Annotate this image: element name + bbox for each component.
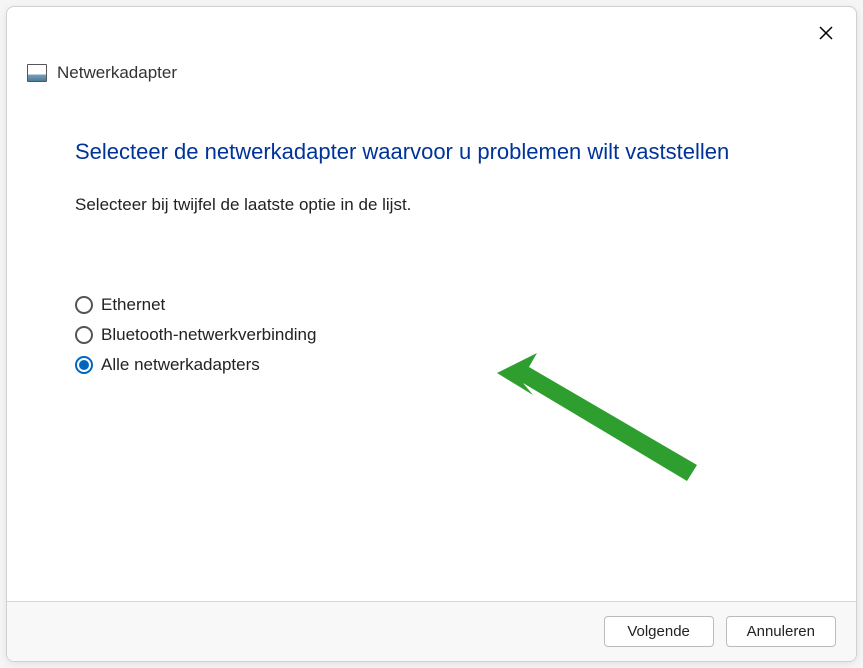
radio-label: Alle netwerkadapters [101, 355, 260, 375]
adapter-radio-group: Ethernet Bluetooth-netwerkverbinding All… [75, 295, 788, 375]
radio-icon [75, 356, 93, 374]
dialog-header: Netwerkadapter [7, 7, 856, 83]
radio-option-all-adapters[interactable]: Alle netwerkadapters [75, 355, 788, 375]
dialog-title: Netwerkadapter [57, 63, 177, 83]
dialog-footer: Volgende Annuleren [7, 601, 856, 661]
dialog-content: Selecteer de netwerkadapter waarvoor u p… [7, 83, 856, 601]
network-adapter-icon [27, 64, 47, 82]
radio-option-ethernet[interactable]: Ethernet [75, 295, 788, 315]
next-button[interactable]: Volgende [604, 616, 714, 647]
troubleshooter-dialog: Netwerkadapter Selecteer de netwerkadapt… [6, 6, 857, 662]
close-icon [818, 25, 834, 41]
radio-option-bluetooth[interactable]: Bluetooth-netwerkverbinding [75, 325, 788, 345]
radio-label: Ethernet [101, 295, 165, 315]
cancel-button[interactable]: Annuleren [726, 616, 836, 647]
radio-label: Bluetooth-netwerkverbinding [101, 325, 316, 345]
close-button[interactable] [814, 21, 838, 45]
radio-icon [75, 296, 93, 314]
main-heading: Selecteer de netwerkadapter waarvoor u p… [75, 139, 788, 165]
instruction-text: Selecteer bij twijfel de laatste optie i… [75, 195, 788, 215]
radio-icon [75, 326, 93, 344]
